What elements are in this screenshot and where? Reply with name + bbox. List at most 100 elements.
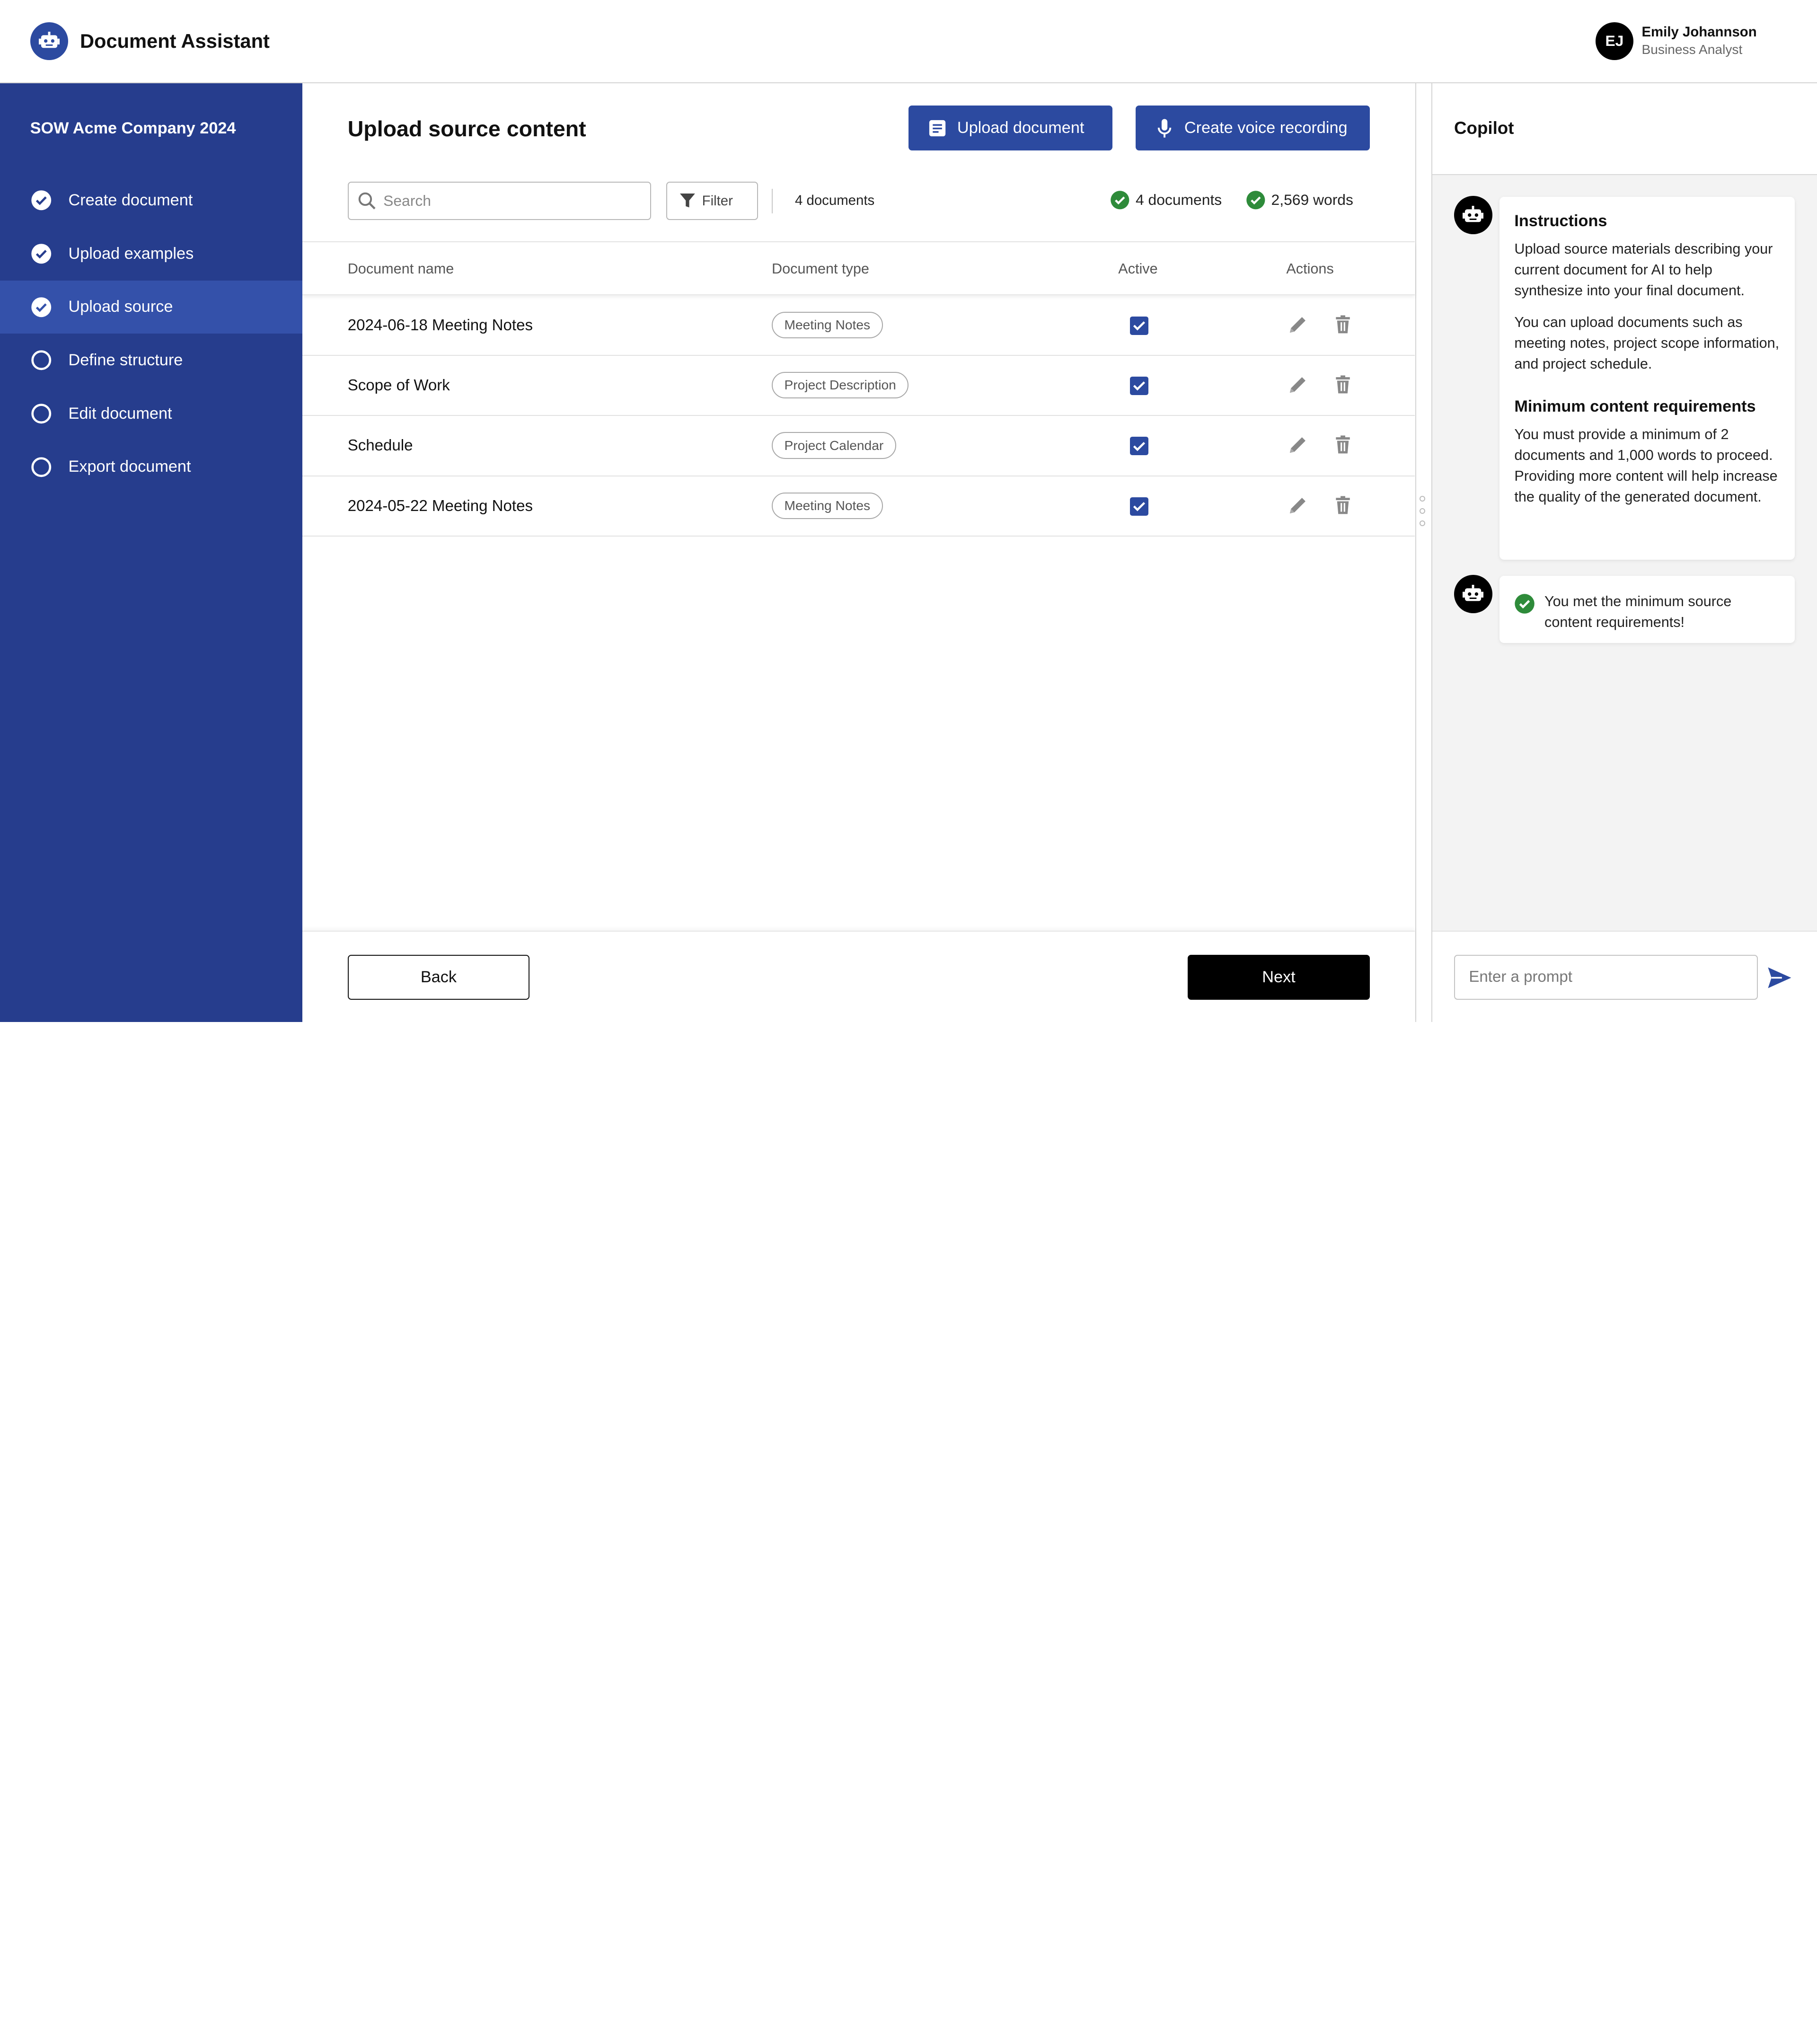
robot-icon — [1454, 575, 1492, 613]
step-upload-source[interactable]: Upload source — [0, 281, 302, 334]
top-header: Document Assistant EJ Emily Johannson Bu… — [0, 0, 1817, 83]
user-role: Business Analyst — [1641, 41, 1756, 59]
trash-icon[interactable] — [1332, 434, 1353, 455]
check-circle-icon — [30, 189, 53, 211]
checkmark-icon — [1133, 380, 1146, 391]
checkmark-icon — [1133, 441, 1146, 451]
check-circle-icon — [30, 296, 53, 318]
table-toolbar: Filter 4 documents 4 documents 2,569 wor… — [302, 182, 1415, 242]
active-checkbox[interactable] — [1130, 377, 1148, 395]
copilot-footer — [1432, 931, 1817, 1022]
edit-icon[interactable] — [1288, 374, 1308, 395]
words-stat: 2,569 words — [1246, 190, 1353, 210]
user-menu[interactable]: EJ Emily Johannson Business Analyst — [1596, 22, 1757, 61]
upload-document-button[interactable]: Upload document — [908, 106, 1112, 151]
robot-icon — [1454, 196, 1492, 234]
document-name: Scope of Work — [348, 377, 450, 395]
step-define-structure[interactable]: Define structure — [0, 334, 302, 387]
panel-resize-handle[interactable] — [1420, 496, 1427, 526]
table-row[interactable]: 2024-05-22 Meeting Notes Meeting Notes — [302, 476, 1415, 537]
step-export-document[interactable]: Export document — [0, 441, 302, 494]
step-label: Upload source — [68, 298, 173, 316]
column-header-document-type[interactable]: Document type — [772, 261, 869, 277]
handle-dot — [1420, 520, 1425, 526]
instructions-message: Instructions Upload source materials des… — [1499, 197, 1795, 560]
empty-circle-icon — [30, 456, 53, 478]
document-name: 2024-06-18 Meeting Notes — [348, 317, 533, 335]
sidebar: SOW Acme Company 2024 Create document Up… — [0, 83, 302, 1022]
user-info: Emily Johannson Business Analyst — [1641, 24, 1756, 58]
create-voice-recording-button[interactable]: Create voice recording — [1136, 106, 1370, 151]
edit-icon[interactable] — [1288, 314, 1308, 335]
upload-document-label: Upload document — [957, 119, 1085, 137]
step-edit-document[interactable]: Edit document — [0, 387, 302, 441]
copilot-header: Copilot — [1432, 83, 1817, 175]
requirements-text: You must provide a minimum of 2 document… — [1514, 424, 1780, 507]
filter-button[interactable]: Filter — [666, 182, 758, 220]
table-row[interactable]: Scope of Work Project Description — [302, 356, 1415, 416]
instructions-heading: Instructions — [1514, 212, 1780, 230]
success-message: You met the minimum source content requi… — [1499, 576, 1795, 643]
prompt-input[interactable] — [1454, 955, 1758, 1000]
empty-circle-icon — [30, 403, 53, 425]
step-create-document[interactable]: Create document — [0, 174, 302, 227]
search-icon — [358, 192, 376, 210]
column-header-document-name[interactable]: Document name — [348, 261, 454, 277]
step-label: Export document — [68, 458, 191, 476]
trash-icon[interactable] — [1332, 314, 1353, 335]
avatar: EJ — [1596, 22, 1634, 61]
document-type-tag: Meeting Notes — [772, 312, 883, 338]
next-button[interactable]: Next — [1188, 955, 1369, 1000]
document-table: 2024-06-18 Meeting Notes Meeting Notes S… — [302, 295, 1415, 536]
column-header-actions: Actions — [1286, 261, 1333, 277]
copilot-title: Copilot — [1454, 118, 1514, 138]
create-voice-recording-label: Create voice recording — [1184, 119, 1348, 137]
back-button[interactable]: Back — [348, 955, 529, 1000]
filter-icon — [680, 194, 695, 209]
table-header: Document name Document type Active Actio… — [302, 242, 1415, 296]
active-checkbox[interactable] — [1130, 317, 1148, 335]
trash-icon[interactable] — [1332, 495, 1353, 516]
column-header-active[interactable]: Active — [1118, 261, 1157, 277]
documents-stat: 4 documents — [1110, 190, 1222, 210]
success-text: You met the minimum source content requi… — [1544, 591, 1780, 633]
step-label: Edit document — [68, 405, 172, 423]
handle-dot — [1420, 508, 1425, 514]
document-icon — [927, 118, 948, 139]
success-check-icon — [1110, 190, 1130, 210]
instructions-text: Upload source materials describing your … — [1514, 238, 1780, 301]
toolbar-divider — [772, 189, 773, 213]
step-upload-examples[interactable]: Upload examples — [0, 227, 302, 281]
active-checkbox[interactable] — [1130, 497, 1148, 516]
search-box[interactable] — [348, 182, 652, 220]
document-type-tag: Meeting Notes — [772, 493, 883, 519]
table-row[interactable]: 2024-06-18 Meeting Notes Meeting Notes — [302, 295, 1415, 355]
step-label: Upload examples — [68, 245, 194, 263]
search-input[interactable] — [383, 192, 638, 210]
document-count: 4 documents — [795, 193, 874, 209]
brand[interactable]: Document Assistant — [30, 22, 270, 61]
instructions-text: You can upload documents such as meeting… — [1514, 312, 1780, 374]
step-list: Create document Upload examples Upload s… — [0, 174, 302, 493]
checkmark-icon — [1133, 320, 1146, 331]
table-row[interactable]: Schedule Project Calendar — [302, 416, 1415, 476]
checkmark-icon — [1133, 501, 1146, 511]
document-type-tag: Project Calendar — [772, 432, 896, 458]
document-name: 2024-05-22 Meeting Notes — [348, 497, 533, 515]
step-label: Create document — [68, 191, 193, 210]
project-title: SOW Acme Company 2024 — [30, 119, 236, 138]
edit-icon[interactable] — [1288, 495, 1308, 516]
step-label: Define structure — [68, 351, 183, 370]
edit-icon[interactable] — [1288, 434, 1308, 455]
document-type-tag: Project Description — [772, 372, 908, 398]
success-check-icon — [1514, 593, 1535, 614]
trash-icon[interactable] — [1332, 374, 1353, 395]
filter-label: Filter — [702, 193, 733, 209]
requirements-heading: Minimum content requirements — [1514, 397, 1780, 416]
success-check-icon — [1246, 190, 1266, 210]
send-icon[interactable] — [1767, 966, 1792, 989]
user-name: Emily Johannson — [1641, 24, 1756, 41]
main-panel: Upload source content Upload document Cr… — [302, 83, 1416, 1022]
main-footer: Back Next — [302, 931, 1415, 1022]
active-checkbox[interactable] — [1130, 437, 1148, 455]
